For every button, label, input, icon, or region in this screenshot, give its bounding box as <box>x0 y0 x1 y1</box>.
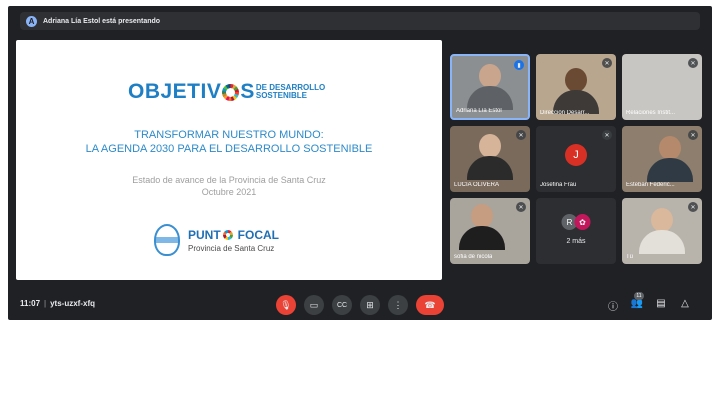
participant-tile[interactable]: J ✕ Josefina Frau <box>536 126 616 192</box>
slide-subtitle: Estado de avance de la Provincia de Sant… <box>132 175 326 197</box>
participant-tile[interactable]: ✕ sofia de nicola <box>450 198 530 264</box>
participants-count-badge: 11 <box>634 292 644 300</box>
hang-up-icon: ☎ <box>424 299 436 310</box>
avatar: J <box>565 144 587 166</box>
meet-window: A Adriana Lía Estol está presentando OBJ… <box>8 6 712 320</box>
presenting-text: Adriana Lía Estol está presentando <box>43 17 161 25</box>
camera-toggle-button[interactable]: ▭ <box>304 295 324 315</box>
sdg-ring-icon <box>222 229 233 240</box>
mic-off-icon: 🎙 <box>280 299 292 310</box>
chat-icon[interactable]: ▤ <box>654 298 668 309</box>
participant-video <box>459 204 505 250</box>
info-icon[interactable]: ⓘ <box>606 298 620 313</box>
present-icon: ⊞ <box>366 299 374 310</box>
meeting-info: 11:07 | yts-uzxf-xfq <box>20 299 95 308</box>
presenting-bar: A Adriana Lía Estol está presentando <box>20 12 700 30</box>
more-avatars: R ✿ <box>561 214 591 230</box>
more-participants-tile[interactable]: R ✿ 2 más <box>536 198 616 264</box>
slide-headline: TRANSFORMAR NUESTRO MUNDO: LA AGENDA 203… <box>85 129 373 155</box>
participant-tile[interactable]: ✕ LUCIA OLIVERA <box>450 126 530 192</box>
mic-off-icon: ✕ <box>516 130 526 140</box>
participant-video <box>639 208 685 254</box>
participant-video <box>647 136 693 182</box>
more-vertical-icon: ⋮ <box>393 299 403 310</box>
punto-focal-logo: PUNT FOCAL Provincia de Santa Cruz <box>154 224 279 256</box>
mic-off-icon: ✕ <box>602 58 612 68</box>
present-button[interactable]: ⊞ <box>360 295 380 315</box>
sdg-logo: OBJETIV S DE DESARROLLO SOSTENIBLE <box>128 80 326 103</box>
sdg-wheel-icon <box>222 83 240 101</box>
participant-tile[interactable]: ✕ Relaciones Instit... <box>622 54 702 120</box>
more-options-button[interactable]: ⋮ <box>388 295 408 315</box>
participant-video <box>467 134 513 180</box>
mic-off-icon: ✕ <box>688 202 698 212</box>
participant-video <box>553 68 599 114</box>
self-tile[interactable]: ✕ Tú <box>622 198 702 264</box>
mic-off-icon: ✕ <box>602 130 612 140</box>
activities-icon[interactable]: △ <box>678 298 692 309</box>
participant-tile[interactable]: ▮ Adriana Lía Estol <box>450 54 530 120</box>
mic-off-icon: ✕ <box>516 202 526 212</box>
bottom-toolbar: 11:07 | yts-uzxf-xfq 🎙 ▭ CC ⊞ ⋮ ☎ ⓘ 👥 11 ▤… <box>8 290 712 320</box>
camera-icon: ▭ <box>309 299 319 310</box>
participant-video <box>467 64 513 110</box>
speaking-icon: ▮ <box>514 60 524 70</box>
captions-icon: CC <box>336 301 348 309</box>
mic-toggle-button[interactable]: 🎙 <box>276 295 296 315</box>
captions-button[interactable]: CC <box>332 295 352 315</box>
mic-off-icon: ✕ <box>688 58 698 68</box>
meeting-code: yts-uzxf-xfq <box>50 299 95 308</box>
avatar: ✿ <box>574 214 591 230</box>
presenter-avatar: A <box>26 15 37 27</box>
province-seal-icon <box>154 224 180 256</box>
mic-off-icon: ✕ <box>688 130 698 140</box>
hang-up-button[interactable]: ☎ <box>416 295 444 315</box>
time: 11:07 <box>20 299 41 308</box>
participant-tile[interactable]: ✕ Esteban Federic... <box>622 126 702 192</box>
shared-presentation: OBJETIV S DE DESARROLLO SOSTENIBLE TRANS… <box>16 40 442 280</box>
participant-tile[interactable]: ✕ Dirección Desarr... <box>536 54 616 120</box>
